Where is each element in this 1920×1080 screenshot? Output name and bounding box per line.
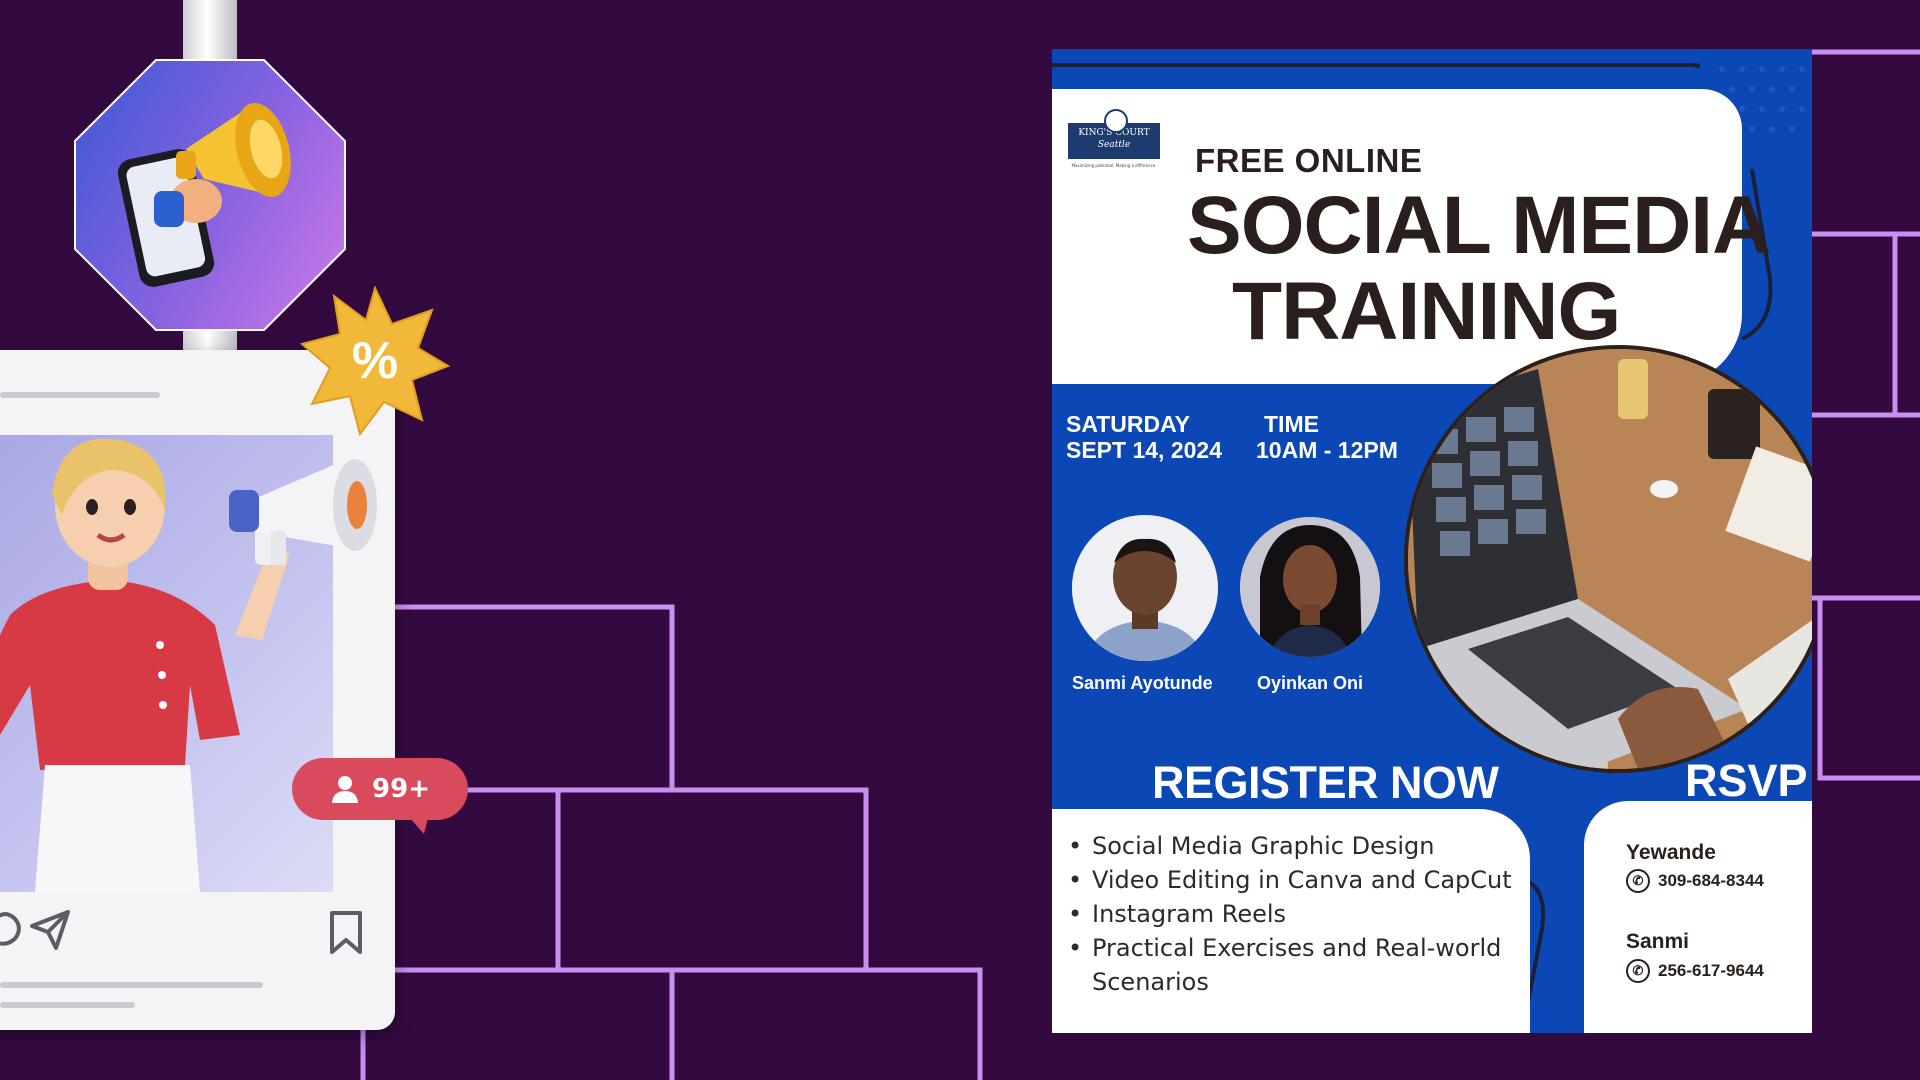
logo-tagline: Maximizing potential. Making a differenc… xyxy=(1071,163,1157,168)
speaker-photo-1 xyxy=(1072,515,1218,661)
logo-crown-icon xyxy=(1104,109,1128,133)
flyer-eyebrow: FREE ONLINE xyxy=(1195,142,1423,179)
time-label: TIME xyxy=(1264,411,1319,437)
laptop-meeting-photo xyxy=(1404,345,1812,773)
event-date: SATURDAY SEPT 14, 2024 xyxy=(1066,411,1222,463)
contact-panel xyxy=(1584,801,1812,1033)
logo-line2: Seattle xyxy=(1097,140,1131,150)
topic-item: Instagram Reels xyxy=(1068,897,1532,931)
post-caption-bar xyxy=(0,982,263,988)
post-caption-bar-short xyxy=(0,1002,135,1008)
likes-count: 99+ xyxy=(372,774,430,804)
contact-phone-number-1: 309-684-8344 xyxy=(1658,871,1764,890)
contact-phone-1: ✆ 309-684-8344 xyxy=(1626,869,1764,893)
training-flyer: KING'S COURT Seattle Maximizing potentia… xyxy=(1052,49,1812,1033)
likes-notification: 99+ xyxy=(292,758,468,834)
topic-item: Social Media Graphic Design xyxy=(1068,829,1532,863)
contact-name-2: Sanmi xyxy=(1626,930,1690,953)
send-icon[interactable] xyxy=(28,908,72,952)
register-now-heading: REGISTER NOW xyxy=(1152,757,1499,808)
date-value: SEPT 14, 2024 xyxy=(1066,437,1222,463)
speaker-name-1: Sanmi Ayotunde xyxy=(1072,673,1213,693)
topic-item: Video Editing in Canva and CapCut xyxy=(1068,863,1532,897)
user-icon xyxy=(332,776,359,803)
contact-name-1: Yewande xyxy=(1626,841,1716,864)
comment-icon[interactable] xyxy=(0,910,28,950)
woman-portrait xyxy=(1240,517,1380,657)
laptop-video-call-illustration xyxy=(1408,349,1812,769)
contact-phone-2: ✆ 256-617-9644 xyxy=(1626,959,1764,983)
time-value: 10AM - 12PM xyxy=(1256,437,1398,463)
flyer-title-line1: SOCIAL MEDIA xyxy=(1187,180,1771,271)
megaphone-icon xyxy=(229,459,377,565)
topics-list: Social Media Graphic Design Video Editin… xyxy=(1064,829,1532,999)
bookmark-icon[interactable] xyxy=(328,910,364,956)
phone-icon: ✆ xyxy=(1626,959,1650,983)
percent-badge-icon: % xyxy=(300,286,450,436)
volunteer-call-text: CALLING ON INTERESTED VOLUNTEERS OF THE … xyxy=(1062,339,1481,377)
rsvp-heading: RSVP xyxy=(1685,755,1808,806)
date-label: SATURDAY xyxy=(1066,411,1190,437)
contact-phone-number-2: 256-617-9644 xyxy=(1658,961,1764,980)
speaker-photo-2 xyxy=(1240,517,1380,657)
event-time: TIME 10AM - 12PM xyxy=(1256,411,1398,463)
phone-icon: ✆ xyxy=(1626,869,1650,893)
speaker-name-2: Oyinkan Oni xyxy=(1257,673,1364,693)
percent-symbol: % xyxy=(352,332,398,390)
man-portrait xyxy=(1072,515,1218,661)
post-header-bar xyxy=(0,392,160,398)
topic-item: Practical Exercises and Real-world Scena… xyxy=(1068,931,1532,999)
church-logo: KING'S COURT Seattle Maximizing potentia… xyxy=(1068,109,1160,171)
social-post-card xyxy=(0,350,395,1030)
